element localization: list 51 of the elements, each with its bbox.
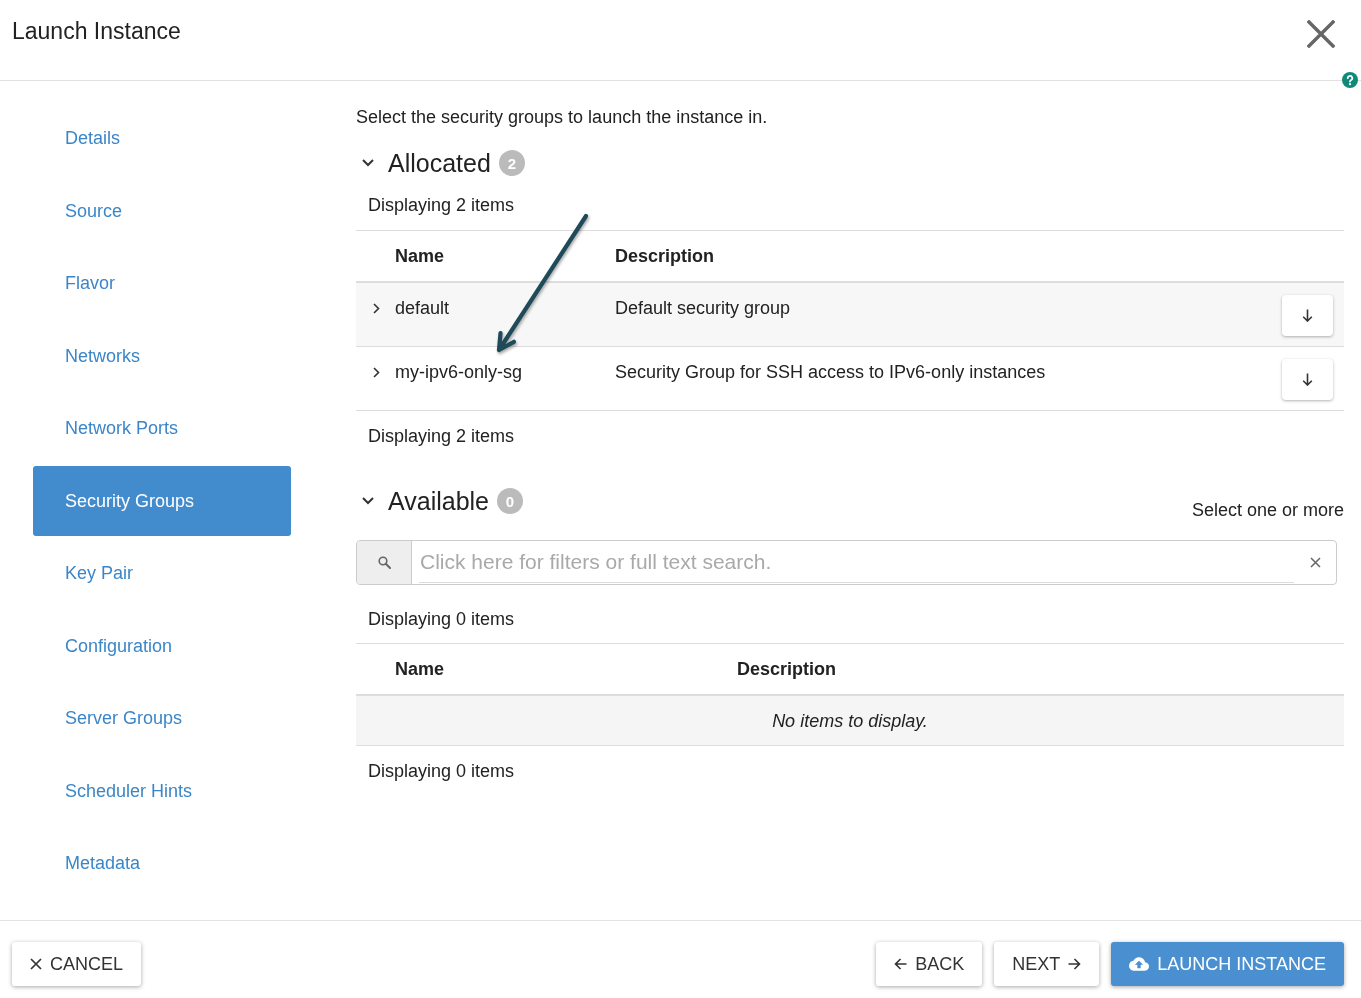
nav-item[interactable]: Network Ports <box>33 393 291 464</box>
column-header: Name <box>395 658 446 681</box>
column-header: Name <box>395 245 446 268</box>
chevron-icon[interactable] <box>362 159 374 167</box>
cloud-upload-icon <box>1129 957 1150 971</box>
nav-item[interactable]: Details <box>33 103 291 173</box>
nav-item[interactable]: Key Pair <box>33 538 291 609</box>
clear-icon <box>1309 557 1321 568</box>
arrow-down-icon <box>1302 373 1313 386</box>
search-icon <box>377 556 391 569</box>
table-cell-text: default <box>395 297 451 320</box>
table-cell-text: Default security group <box>615 297 792 320</box>
item-count: Displaying 0 items <box>367 760 516 783</box>
search-field[interactable]: Click here for filters or full text search. <box>356 540 1337 585</box>
intro-text: Select the security groups to launch the instance in. <box>356 106 769 129</box>
count-badge: 2 <box>498 150 525 176</box>
nav-item[interactable]: Configuration <box>33 610 291 681</box>
empty-message: No items to display. <box>772 709 928 733</box>
arrow-right-icon <box>1068 958 1082 970</box>
nav-item[interactable]: Source <box>33 175 291 246</box>
nav-item[interactable]: Security Groups <box>33 465 291 536</box>
chevron-icon[interactable] <box>373 367 380 378</box>
nav-item[interactable]: Flavor <box>33 248 291 319</box>
section-title: Allocated <box>388 148 491 178</box>
nav-item[interactable]: Scheduler Hints <box>33 755 291 826</box>
back-button[interactable]: BACK <box>876 942 983 986</box>
close-icon <box>30 958 42 970</box>
section-title: Available <box>388 486 489 516</box>
hint-text: Select one or more <box>1191 499 1344 522</box>
chevron-icon[interactable] <box>373 303 380 314</box>
nav-item[interactable]: Metadata <box>33 828 291 899</box>
window-title: Launch Instance <box>12 18 181 44</box>
next-button[interactable]: NEXT <box>994 942 1100 986</box>
item-count: Displaying 0 items <box>367 608 516 631</box>
nav-item[interactable]: Server Groups <box>33 683 291 754</box>
arrow-down-icon <box>1302 309 1313 322</box>
nav-item[interactable]: Networks <box>33 320 291 391</box>
count-badge: 0 <box>497 488 523 514</box>
item-count: Displaying 2 items <box>367 194 516 217</box>
launch-button[interactable]: LAUNCH INSTANCE <box>1111 942 1344 986</box>
table-cell-text: Security Group for SSH access to IPv6-only instances <box>615 361 1047 384</box>
column-header: Description <box>737 658 838 681</box>
item-count: Displaying 2 items <box>367 425 516 448</box>
close-button[interactable] <box>1307 20 1335 48</box>
help-icon[interactable] <box>1342 72 1358 88</box>
chevron-icon[interactable] <box>362 497 374 505</box>
close-icon <box>1307 20 1335 48</box>
column-header: Description <box>615 245 716 268</box>
arrow-left-icon <box>894 958 908 970</box>
table-cell-text: my-ipv6-only-sg <box>395 361 524 384</box>
cancel-button[interactable]: CANCEL <box>12 942 142 986</box>
